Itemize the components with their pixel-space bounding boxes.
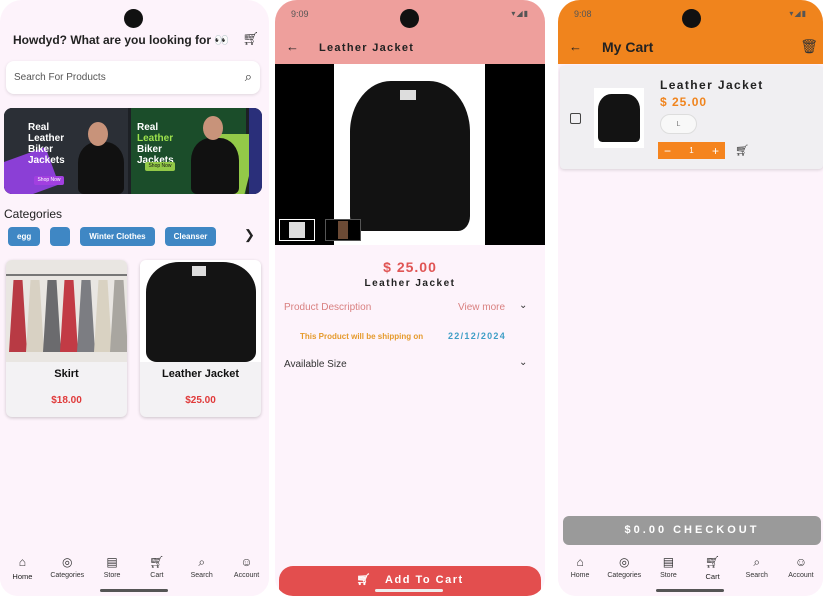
quantity-value: 1	[689, 146, 694, 155]
minus-icon[interactable]: −	[664, 144, 671, 158]
trash-icon[interactable]: 🗑︎	[800, 38, 818, 55]
select-checkbox[interactable]	[570, 113, 581, 124]
cart-screen: 9:08 ▾◢▮ ← My Cart 🗑︎ Leather Jacket $ 2…	[558, 0, 823, 596]
shop-now-button[interactable]: Shop Now	[145, 162, 175, 171]
home-screen: Howdyd? What are you looking for 👀 🛒︎ Se…	[0, 0, 269, 596]
product-card[interactable]: Skirt $18.00	[6, 260, 127, 417]
search-bar[interactable]: Search For Products ⌕	[6, 61, 260, 94]
chevron-down-icon[interactable]: ⌄	[519, 357, 527, 368]
greeting-title: Howdyd? What are you looking for 👀	[13, 33, 230, 47]
gallery-thumbnail[interactable]	[279, 219, 315, 241]
cart-item-price: $ 25.00	[660, 95, 708, 109]
banner-text: Real Leather Biker Jackets	[137, 122, 174, 166]
product-image	[334, 64, 485, 245]
product-gallery[interactable]	[275, 64, 545, 245]
compass-icon: ◎	[62, 555, 73, 569]
store-icon: ▤	[662, 555, 675, 569]
category-chip[interactable]	[50, 227, 71, 246]
person-icon: ☺	[240, 555, 253, 569]
shop-now-button[interactable]: Shop Now	[34, 176, 64, 185]
home-icon: ⌂	[18, 555, 27, 569]
banner-panel	[249, 108, 262, 194]
gesture-bar	[375, 589, 443, 592]
shipping-text: This Product will be shipping on	[300, 332, 424, 341]
detail-title: Leather Jacket	[319, 42, 415, 54]
size-chip[interactable]: L	[660, 114, 697, 134]
view-more-link[interactable]: View more	[458, 302, 505, 313]
camera-cutout	[124, 9, 143, 28]
banner-panel: Real Leather Biker Jackets Shop Now	[131, 108, 260, 194]
add-to-cart-label: Add To Cart	[385, 574, 464, 586]
cart-icon[interactable]: 🛒︎	[242, 31, 259, 47]
home-icon: ⌂	[576, 555, 584, 569]
person-icon: ☺	[794, 555, 808, 569]
product-price: $25.00	[185, 395, 216, 406]
quantity-stepper: − 1 +	[658, 142, 725, 159]
chevron-right-icon[interactable]: ❯	[244, 227, 255, 243]
search-icon[interactable]: ⌕	[245, 69, 252, 85]
plus-icon[interactable]: +	[712, 144, 719, 158]
status-icons: ▾◢▮	[789, 9, 807, 18]
product-name: Skirt	[54, 368, 79, 380]
search-icon: ⌕	[198, 555, 206, 569]
screens-stage: Howdyd? What are you looking for 👀 🛒︎ Se…	[0, 0, 823, 596]
product-price: $18.00	[51, 395, 82, 406]
back-arrow-icon[interactable]: ←	[569, 39, 582, 54]
camera-cutout	[400, 9, 419, 28]
available-size-label[interactable]: Available Size	[284, 359, 347, 370]
model-figure	[191, 138, 239, 194]
model-figure	[78, 142, 124, 194]
cart-item: Leather Jacket $ 25.00 L − 1 + 🛒︎	[560, 66, 823, 169]
status-time: 9:08	[574, 9, 592, 19]
cart-title: My Cart	[602, 39, 654, 55]
nav-search[interactable]: ⌕ Search	[735, 549, 779, 596]
cart-add-icon[interactable]: 🛒︎	[735, 144, 749, 157]
banner-text: Real Leather Biker Jackets	[28, 122, 65, 166]
category-chip[interactable]: egg	[8, 227, 41, 246]
product-detail-screen: 9:09 ▾◢▮ ← Leather Jacket $ 25.00 Leathe…	[275, 0, 545, 596]
cart-icon: 🛒︎	[356, 574, 372, 586]
cart-icon: 🛒︎	[704, 555, 721, 569]
product-image	[6, 260, 127, 362]
nav-home[interactable]: ⌂ Home	[558, 549, 602, 596]
search-placeholder[interactable]: Search For Products	[14, 72, 106, 83]
cart-item-name: Leather Jacket	[660, 78, 764, 92]
shipping-date: 22/12/2024	[448, 331, 507, 341]
category-chips: egg Winter Clothes Cleanser	[8, 227, 217, 246]
nav-home[interactable]: ⌂ Home	[0, 549, 45, 596]
banner-panel: Real Leather Biker Jackets Shop Now	[4, 108, 128, 194]
gesture-bar	[100, 589, 168, 592]
status-icons: ▾◢▮	[511, 9, 529, 18]
camera-cutout	[682, 9, 701, 28]
nav-search[interactable]: ⌕ Search	[179, 549, 224, 596]
nav-categories[interactable]: ◎ Categories	[45, 549, 90, 596]
checkout-button[interactable]: $0.00 CHECKOUT	[563, 516, 821, 545]
categories-title: Categories	[4, 207, 63, 221]
nav-categories[interactable]: ◎ Categories	[602, 549, 646, 596]
category-chip[interactable]: Cleanser	[164, 227, 217, 246]
nav-account[interactable]: ☺ Account	[224, 549, 269, 596]
compass-icon: ◎	[619, 555, 630, 569]
model-head	[88, 122, 108, 146]
model-head	[203, 116, 223, 140]
gesture-bar	[656, 589, 724, 592]
chevron-down-icon[interactable]: ⌄	[519, 300, 527, 311]
category-chip[interactable]: Winter Clothes	[80, 227, 155, 246]
cart-item-image	[594, 88, 644, 148]
nav-account[interactable]: ☺ Account	[779, 549, 823, 596]
product-card[interactable]: Leather Jacket $25.00	[140, 260, 261, 417]
product-name: Leather Jacket	[161, 368, 240, 380]
promo-banner[interactable]: Real Leather Biker Jackets Shop Now Real…	[4, 108, 262, 194]
status-time: 9:09	[291, 9, 309, 19]
product-image	[140, 260, 261, 362]
product-description-label[interactable]: Product Description	[284, 302, 371, 313]
back-arrow-icon[interactable]: ←	[286, 39, 299, 54]
product-name: Leather Jacket	[364, 278, 456, 289]
search-icon: ⌕	[753, 555, 761, 569]
gallery-thumbnail[interactable]	[325, 219, 361, 241]
cart-icon: 🛒︎	[149, 555, 165, 569]
store-icon: ▤	[106, 555, 118, 569]
product-price: $ 25.00	[383, 259, 437, 275]
